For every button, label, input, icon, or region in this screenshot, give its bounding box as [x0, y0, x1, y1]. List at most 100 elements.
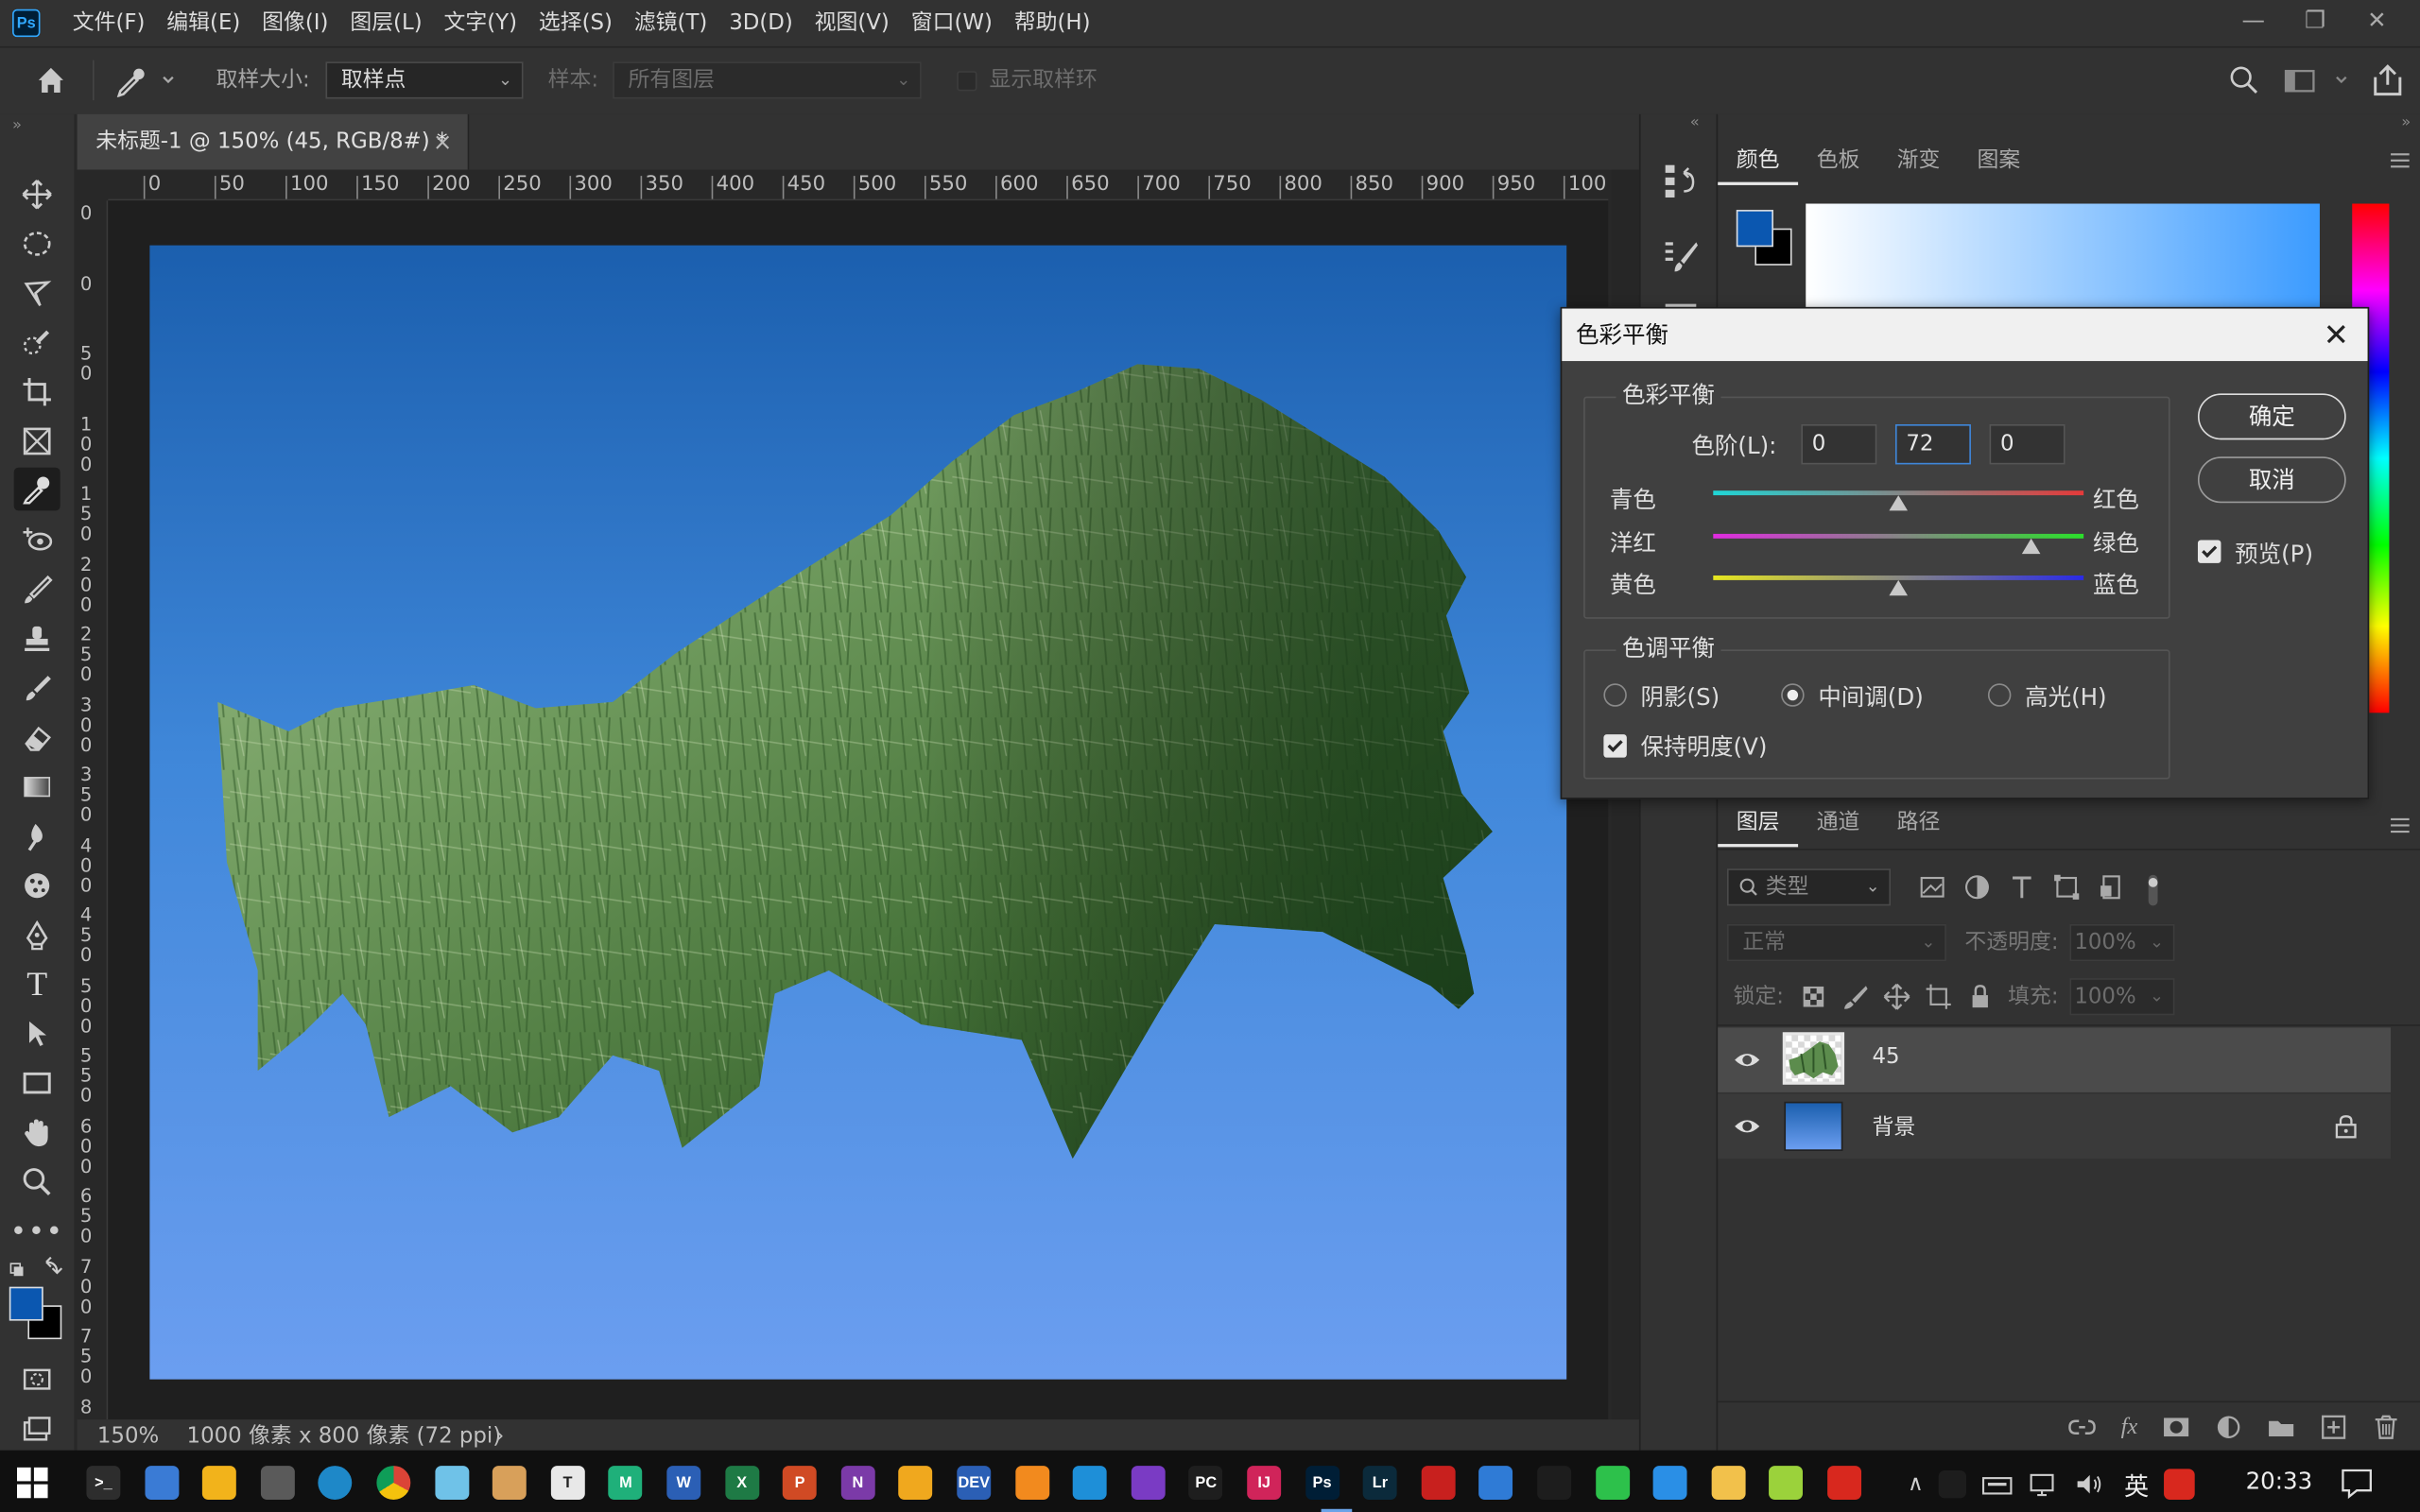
tab-channels[interactable]: 通道	[1798, 798, 1878, 847]
crop-tool-icon[interactable]	[14, 370, 60, 414]
tab-gradients[interactable]: 渐变	[1878, 136, 1959, 185]
lasso-tool-icon[interactable]	[14, 271, 60, 315]
tab-paths[interactable]: 路径	[1878, 798, 1959, 847]
qq-tray-icon[interactable]	[1939, 1469, 1967, 1499]
status-arrow[interactable]: ›	[495, 1419, 504, 1453]
path-select-tool-icon[interactable]	[14, 1012, 60, 1056]
document-canvas[interactable]	[149, 245, 1567, 1380]
screen-mode-icon[interactable]	[14, 1407, 60, 1451]
workspace-icon[interactable]	[2281, 63, 2352, 97]
lock-transparent-icon[interactable]	[1800, 983, 1827, 1010]
taskbar-app-qq-icon[interactable]	[1537, 1466, 1572, 1500]
menu-filter[interactable]: 滤镜(T)	[623, 0, 717, 46]
taskbar-app-evernote-icon[interactable]	[898, 1466, 933, 1500]
taskbar-app-app-shop-icon[interactable]	[1711, 1466, 1746, 1500]
menu-view[interactable]: 视图(V)	[804, 0, 900, 46]
taskbar-app-excel-icon[interactable]: X	[724, 1466, 759, 1500]
close-window-button[interactable]: ✕	[2346, 0, 2408, 40]
layer-row[interactable]: 背景	[1718, 1093, 2392, 1160]
color-fg-swatch[interactable]	[1736, 210, 1773, 248]
collapse-arrows-icon[interactable]: »	[12, 117, 22, 134]
layer-name[interactable]: 45	[1872, 1044, 1899, 1069]
blur-tool-icon[interactable]	[14, 815, 60, 858]
magenta-green-slider-handle[interactable]	[2022, 538, 2042, 555]
lock-all-icon[interactable]	[1966, 983, 1994, 1010]
share-icon[interactable]	[2369, 61, 2406, 98]
more-tools-icon[interactable]: •••	[10, 1210, 62, 1253]
filter-adjustment-icon[interactable]	[1963, 873, 1991, 901]
eyedropper-preset-icon[interactable]	[114, 63, 176, 98]
add-mask-icon[interactable]	[2162, 1415, 2189, 1439]
minimize-button[interactable]: —	[2222, 0, 2284, 40]
stamp-tool-icon[interactable]	[14, 617, 60, 661]
preserve-luminosity-checkbox[interactable]	[1603, 734, 1627, 758]
sponge-tool-icon[interactable]	[14, 864, 60, 907]
shadows-label[interactable]: 阴影(S)	[1641, 680, 1720, 713]
close-icon[interactable]: ✕	[2324, 309, 2349, 362]
level-magenta-green-input[interactable]: 72	[1894, 423, 1971, 465]
tab-swatches[interactable]: 色板	[1798, 136, 1878, 185]
taskbar-app-pc-icon[interactable]	[144, 1466, 179, 1500]
layer-row[interactable]: 45	[1718, 1027, 2392, 1092]
type-tool-icon[interactable]: T	[14, 963, 60, 1006]
gradient-tool-icon[interactable]	[14, 765, 60, 809]
eyedropper-tool-icon[interactable]	[13, 467, 60, 511]
menu-type[interactable]: 文字(Y)	[433, 0, 527, 46]
delete-layer-icon[interactable]	[2372, 1415, 2399, 1439]
lock-position-icon[interactable]	[1883, 983, 1910, 1010]
notification-icon[interactable]	[2340, 1466, 2374, 1500]
zoom-level[interactable]: 150%	[97, 1419, 159, 1453]
panel-menu-icon[interactable]	[2389, 151, 2411, 170]
level-yellow-blue-input[interactable]: 0	[1989, 423, 2066, 465]
filter-shape-icon[interactable]	[2052, 873, 2080, 901]
move-tool-icon[interactable]	[14, 173, 60, 216]
keyboard-tray-icon[interactable]	[1982, 1470, 2014, 1498]
layer-filter-select[interactable]: 类型 ⌄	[1726, 868, 1892, 906]
tab-layers[interactable]: 图层	[1718, 798, 1799, 848]
menu-window[interactable]: 窗口(W)	[900, 0, 1003, 46]
lock-artboard-icon[interactable]	[1925, 983, 1952, 1010]
dialog-title-bar[interactable]: 色彩平衡 ✕	[1562, 308, 2368, 362]
taskbar-app-powerpoint-icon[interactable]: P	[783, 1466, 818, 1500]
shadows-radio[interactable]	[1603, 683, 1627, 707]
menu-file[interactable]: 文件(F)	[61, 0, 156, 46]
taskbar-app-acrobat-icon[interactable]	[1421, 1466, 1456, 1500]
layer-effects-icon[interactable]: fx	[2121, 1415, 2138, 1439]
foreground-color-swatch[interactable]	[9, 1286, 43, 1321]
yellow-blue-slider-handle[interactable]	[1889, 579, 1909, 596]
filter-toggle-icon[interactable]	[2142, 873, 2164, 907]
preview-label[interactable]: 预览(P)	[2235, 537, 2313, 569]
document-tab[interactable]: 未标题-1 @ 150% (45, RGB/8#) * ×	[77, 113, 470, 170]
frame-tool-icon[interactable]	[14, 420, 60, 463]
layer-name[interactable]: 背景	[1872, 1111, 1915, 1143]
taskbar-app-pycharm-icon[interactable]: PC	[1188, 1466, 1223, 1500]
restore-button[interactable]: ❐	[2284, 0, 2345, 40]
layers-panel-menu-icon[interactable]	[2389, 816, 2411, 835]
taskbar-app-app-feather-icon[interactable]	[1652, 1466, 1687, 1500]
rectangle-tool-icon[interactable]	[14, 1061, 60, 1105]
ok-button[interactable]: 确定	[2197, 393, 2346, 440]
zoom-tool-icon[interactable]	[14, 1160, 60, 1204]
menu-3d[interactable]: 3D(D)	[718, 0, 804, 46]
taskbar-app-paint-icon[interactable]	[493, 1466, 527, 1500]
new-group-icon[interactable]	[2267, 1415, 2294, 1439]
swap-colors-icon[interactable]	[9, 1256, 65, 1280]
start-windows-icon[interactable]	[16, 1467, 48, 1499]
taskbar-app-netease-music-icon[interactable]	[1827, 1466, 1862, 1500]
tab-color[interactable]: 颜色	[1718, 136, 1799, 185]
taskbar-app-vscode-icon[interactable]	[1073, 1466, 1107, 1500]
new-layer-icon[interactable]	[2320, 1415, 2347, 1439]
hand-tool-icon[interactable]	[14, 1111, 60, 1155]
taskbar-app-notes-icon[interactable]	[434, 1466, 469, 1500]
preserve-luminosity-label[interactable]: 保持明度(V)	[1641, 730, 1768, 762]
quick-select-tool-icon[interactable]	[14, 321, 60, 365]
close-tab-icon[interactable]: ×	[433, 114, 453, 170]
volume-icon[interactable]	[2075, 1470, 2106, 1498]
taskbar-app-lightroom-icon[interactable]: Lr	[1362, 1466, 1397, 1500]
taskbar-app-edge-icon[interactable]	[318, 1466, 353, 1500]
brush-settings-icon[interactable]	[1662, 237, 1699, 274]
clock[interactable]: 20:33	[2246, 1468, 2313, 1495]
taskbar-app-chrome-icon[interactable]	[376, 1466, 411, 1500]
taskbar-app-typora-icon[interactable]: T	[550, 1466, 585, 1500]
collapse-arrows-icon[interactable]: »	[2401, 114, 2411, 131]
